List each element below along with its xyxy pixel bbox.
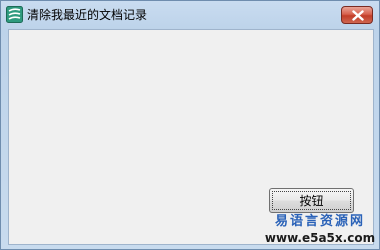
window-title: 清除我最近的文档记录 <box>27 8 148 22</box>
title-bar[interactable]: 清除我最近的文档记录 <box>1 1 379 29</box>
action-button[interactable]: 按钮 <box>269 188 354 213</box>
app-window: 清除我最近的文档记录 按钮 易语言资源网 www.e5a5x.com <box>0 0 380 250</box>
watermark-site-name: 易语言资源网 <box>274 214 365 229</box>
watermark: 易语言资源网 www.e5a5x.com <box>264 214 376 248</box>
close-icon <box>352 10 364 21</box>
app-icon <box>6 6 23 23</box>
watermark-url: www.e5a5x.com <box>264 231 376 245</box>
close-button[interactable] <box>341 6 373 24</box>
client-area: 按钮 <box>8 29 374 245</box>
